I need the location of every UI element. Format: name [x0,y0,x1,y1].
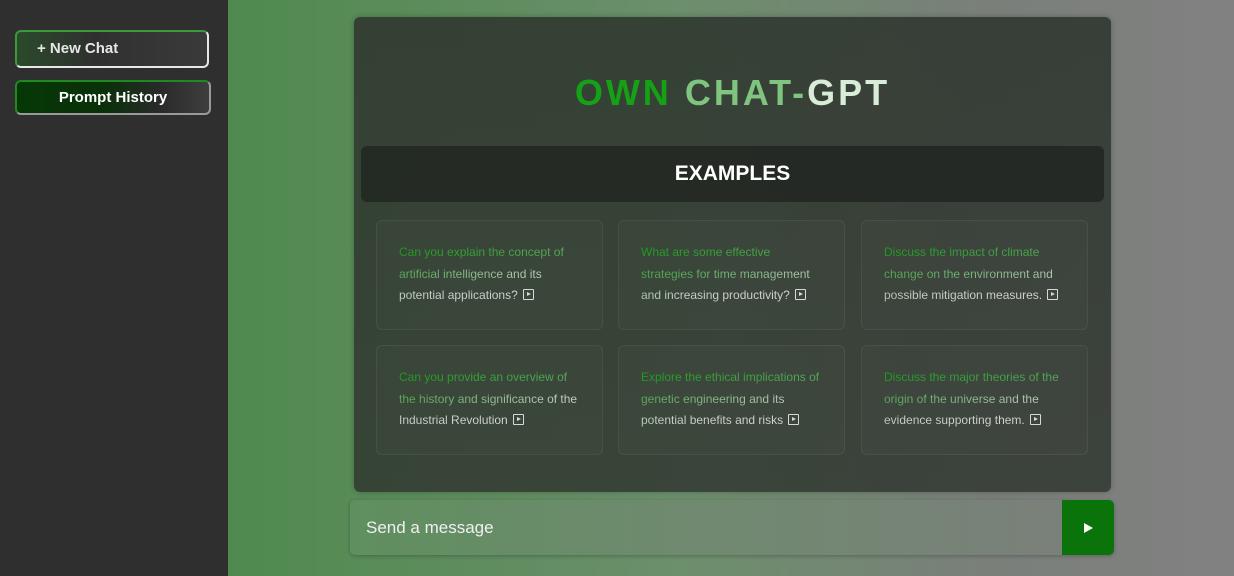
send-arrow-icon [1084,523,1093,533]
prompt-history-button[interactable]: Prompt History [15,80,211,115]
example-card[interactable]: Discuss the major theories of the origin… [861,345,1088,455]
title-chat: CHAT- [684,72,808,113]
example-card-text: Discuss the impact of climate change on … [884,245,1053,302]
play-box-icon [523,289,535,300]
message-composer [350,500,1114,555]
sidebar: + New Chat Prompt History [0,0,228,576]
title-own: OWN [574,72,672,113]
example-card-text: What are some effective strategies for t… [641,245,810,302]
examples-heading: EXAMPLES [361,146,1104,202]
example-card[interactable]: Can you provide an overview of the histo… [376,345,603,455]
main-area: OWN CHAT-GPT EXAMPLES Can you explain th… [228,0,1234,576]
new-chat-button[interactable]: + New Chat [15,30,209,68]
play-box-icon [1047,289,1059,300]
example-card-text: Can you provide an overview of the histo… [399,370,578,427]
example-card-text: Can you explain the concept of artificia… [399,245,564,302]
example-card[interactable]: What are some effective strategies for t… [618,220,845,330]
example-card[interactable]: Explore the ethical implications of gene… [618,345,845,455]
title-gpt: GPT [807,72,891,113]
example-card[interactable]: Can you explain the concept of artificia… [376,220,603,330]
example-card[interactable]: Discuss the impact of climate change on … [861,220,1088,330]
play-box-icon [1030,414,1042,425]
message-input[interactable] [350,500,1062,555]
examples-panel: OWN CHAT-GPT EXAMPLES Can you explain th… [354,17,1111,492]
play-box-icon [795,289,807,300]
page-title: OWN CHAT-GPT [354,73,1111,113]
play-box-icon [513,414,525,425]
send-button[interactable] [1062,500,1114,555]
play-box-icon [788,414,800,425]
